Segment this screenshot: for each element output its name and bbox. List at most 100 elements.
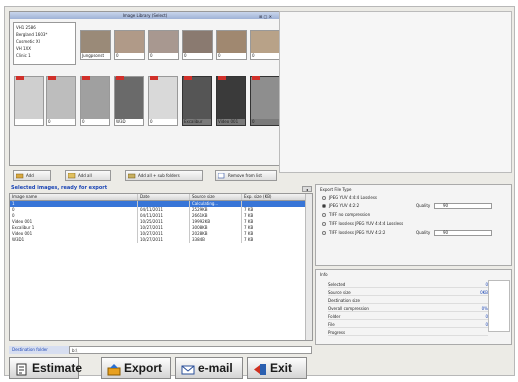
thumbnail-image xyxy=(251,31,280,53)
radio-selected-icon xyxy=(322,204,326,208)
thumbnail-image xyxy=(183,77,211,119)
export-file-type-title: Export File Type xyxy=(320,187,352,192)
add-buttons-row: Add Add all Add all + sub folders Remove… xyxy=(9,169,309,182)
add-all-subfolders-button[interactable]: Add all + sub folders xyxy=(125,170,203,181)
thumbnail[interactable]: 0 xyxy=(216,30,247,60)
option-label: JPEG YUV 4:4:4 Lossless xyxy=(329,195,377,200)
quality-slider-1[interactable]: 90 xyxy=(434,203,492,209)
option-jpeg-422[interactable]: JPEG YUV 4:2:2 xyxy=(322,202,359,209)
table-row[interactable]: W3D1 10/27/2011 3384B 7 KB xyxy=(10,237,312,243)
folder-item[interactable]: Cosmetic XI xyxy=(16,38,73,45)
email-button[interactable]: e-mail xyxy=(175,357,243,379)
info-panel: Info Selected 0 Source size 0KB Destination … xyxy=(315,269,512,345)
export-button[interactable]: Export xyxy=(101,357,171,379)
thumbnail-caption: 0 xyxy=(115,53,144,59)
table-cell: 3384B xyxy=(190,237,242,243)
thumbnail[interactable]: Video 001 xyxy=(216,76,246,126)
thumbnail[interactable] xyxy=(14,76,44,126)
thumbnail-image xyxy=(217,77,245,119)
thumbnail[interactable]: 0 xyxy=(148,76,178,126)
col-image-name[interactable]: Image name xyxy=(10,194,138,200)
selected-images-heading: Selected images, ready for export xyxy=(11,185,108,191)
exit-button[interactable]: Exit xyxy=(247,357,307,379)
thumbnail[interactable]: Jungpsonst xyxy=(80,30,111,60)
export-file-type-panel: Export File Type JPEG YUV 4:4:4 Lossless… xyxy=(315,184,512,266)
folder-item[interactable]: VH 1XX xyxy=(16,45,73,52)
thumbnail[interactable]: 0 xyxy=(250,76,280,126)
add-all-subfolders-label: Add all + sub folders xyxy=(138,173,180,178)
thumbnail-image xyxy=(115,77,143,119)
estimate-label: Estimate xyxy=(32,361,83,375)
exit-label: Exit xyxy=(270,361,293,375)
info-title: Info xyxy=(320,272,328,277)
option-label: TIFF lossless JPEG YUV 4:4:4 Lossless xyxy=(329,221,404,226)
thumbnail-caption: 0 xyxy=(251,119,279,125)
col-source-size[interactable]: Source size xyxy=(190,194,242,200)
thumbnail-image xyxy=(183,31,212,53)
radio-icon xyxy=(322,231,326,235)
selected-badge xyxy=(82,76,90,80)
thumbnail-image xyxy=(15,77,43,119)
email-icon xyxy=(181,362,195,375)
image-library-panel: Image Library (Select) ⊞ ▢ ✕ VH1 2586 Be… xyxy=(9,11,281,166)
exit-icon xyxy=(253,362,267,375)
info-value: 0KB xyxy=(480,290,488,295)
thumbnail[interactable]: 0 xyxy=(182,30,213,60)
library-title-text: Image Library (Select) xyxy=(122,13,168,18)
radio-icon xyxy=(322,196,326,200)
selected-badge xyxy=(218,76,226,80)
thumbnail[interactable]: Excalibur xyxy=(182,76,212,126)
col-date[interactable]: Date xyxy=(138,194,190,200)
estimate-button[interactable]: Estimate xyxy=(9,357,83,379)
col-exp-size[interactable]: Exp. size (KB) xyxy=(242,194,312,200)
thumbnail-caption xyxy=(15,119,43,125)
info-key: File xyxy=(328,322,335,327)
folder-item[interactable]: Clinic 1 xyxy=(16,52,73,59)
thumbnail-image xyxy=(149,77,177,119)
thumbnail-caption: W3D xyxy=(115,119,143,125)
info-thumbnail xyxy=(488,280,510,332)
library-window-controls[interactable]: ⊞ ▢ ✕ xyxy=(259,13,272,20)
export-icon xyxy=(107,362,121,376)
folder-tree-icon xyxy=(127,173,136,179)
thumbnail-caption: 0 xyxy=(47,119,75,125)
option-tiff-none[interactable]: TIFF no compression xyxy=(322,211,370,218)
info-row: Selected 0 xyxy=(328,282,488,288)
library-title: Image Library (Select) ⊞ ▢ ✕ xyxy=(10,12,280,19)
folder-item[interactable]: VH1 2586 xyxy=(16,24,73,31)
thumbnail-image xyxy=(217,31,246,53)
option-tiff-jpeg-422[interactable]: TIFF lossless JPEG YUV 4:2:2 xyxy=(322,229,385,236)
thumbnail[interactable]: 0 xyxy=(148,30,179,60)
thumbnail[interactable]: 0 xyxy=(250,30,281,60)
add-button[interactable]: Add xyxy=(13,170,51,181)
info-row: File 0 xyxy=(328,322,488,328)
quality-slider-2[interactable]: 90 xyxy=(434,230,492,236)
thumbnail[interactable]: W3D xyxy=(114,76,144,126)
destination-field[interactable]: b:\ xyxy=(69,346,312,354)
thumbnail-image xyxy=(115,31,144,53)
thumbnail-caption: 0 xyxy=(81,119,109,125)
thumbnail-image xyxy=(251,77,279,119)
option-tiff-jpeg-444[interactable]: TIFF lossless JPEG YUV 4:4:4 Lossless xyxy=(322,220,403,227)
option-jpeg-444[interactable]: JPEG YUV 4:4:4 Lossless xyxy=(322,194,377,201)
thumbnail-image xyxy=(47,77,75,119)
thumbnail[interactable]: 0 xyxy=(80,76,110,126)
quality-label-2: Quality xyxy=(416,230,431,235)
thumbnail-caption: Video 001 xyxy=(217,119,245,125)
thumbnail-caption: 0 xyxy=(183,53,212,59)
panel-toggle-button[interactable]: ◂ xyxy=(302,186,312,192)
thumbnail-caption: Jungpsonst xyxy=(81,53,110,59)
table-scrollbar[interactable] xyxy=(305,194,312,340)
folder-list[interactable]: VH1 2586 Bergland 1603* Cosmetic XI VH 1… xyxy=(13,22,76,65)
folder-item[interactable]: Bergland 1603* xyxy=(16,31,73,38)
radio-icon xyxy=(322,222,326,226)
selected-badge xyxy=(116,76,124,80)
selected-images-table[interactable]: Image name Date Source size Exp. size (K… xyxy=(9,193,313,341)
info-row: Folder 0 xyxy=(328,314,488,320)
add-all-button[interactable]: Add all xyxy=(65,170,111,181)
thumbnail[interactable]: 0 xyxy=(46,76,76,126)
remove-from-list-button[interactable]: Remove from list xyxy=(215,170,277,181)
option-label: JPEG YUV 4:2:2 xyxy=(329,203,360,208)
thumbnail[interactable]: 0 xyxy=(114,30,145,60)
image-preview xyxy=(279,11,512,173)
